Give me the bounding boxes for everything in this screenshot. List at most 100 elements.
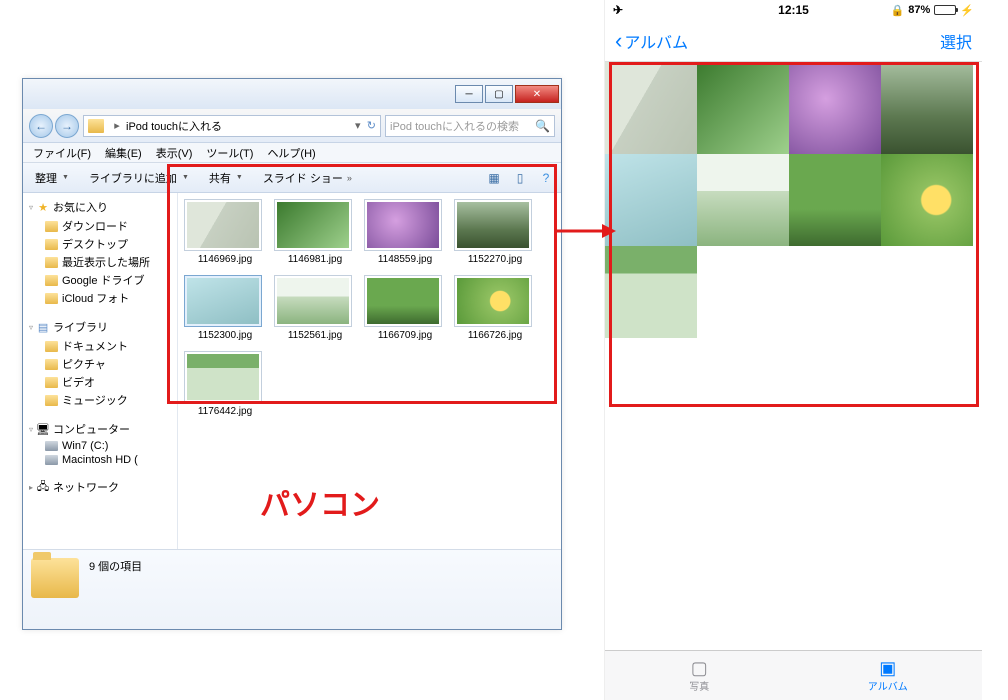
maximize-button[interactable]: ▢ [485, 85, 513, 103]
caption-pc: パソコン [260, 480, 380, 524]
sidebar-item[interactable]: 最近表示した場所 [23, 253, 177, 271]
sidebar-item[interactable]: デスクトップ [23, 235, 177, 253]
sidebar-favorites[interactable]: ▿★ お気に入り [23, 197, 177, 217]
folder-icon [88, 119, 104, 133]
photo-cell[interactable] [789, 154, 881, 246]
sidebar-item[interactable]: ビデオ [23, 373, 177, 391]
folder-icon [31, 558, 79, 598]
sidebar-libraries[interactable]: ▿▤ ライブラリ [23, 317, 177, 337]
item-icon [45, 293, 58, 304]
sidebar-item[interactable]: ドキュメント [23, 337, 177, 355]
breadcrumb[interactable]: ▸ iPod touchに入れる ▾ ↻ [83, 115, 381, 137]
item-icon [45, 377, 58, 388]
item-icon [45, 455, 58, 465]
chevron-left-icon: ‹ [615, 28, 622, 54]
help-icon[interactable]: ? [537, 169, 555, 187]
back-button[interactable]: ‹ アルバム [615, 28, 688, 54]
sidebar-item[interactable]: ピクチャ [23, 355, 177, 373]
search-placeholder: iPod touchに入れるの検索 [390, 118, 519, 134]
sidebar-network[interactable]: ▸🖧 ネットワーク [23, 477, 177, 497]
sidebar-item[interactable]: ダウンロード [23, 217, 177, 235]
menu-file[interactable]: ファイル(F) [27, 145, 97, 161]
search-icon: 🔍 [535, 119, 550, 133]
battery-icon [934, 5, 956, 15]
view-options-icon[interactable]: ▦ [485, 169, 503, 187]
back-button[interactable]: ← [29, 114, 53, 138]
file-thumbnail[interactable]: 1146969.jpg [184, 199, 266, 265]
sidebar-item[interactable]: iCloud フォト [23, 289, 177, 307]
sidebar-item[interactable]: ミュージック [23, 391, 177, 409]
file-thumbnail[interactable]: 1166709.jpg [364, 275, 446, 341]
menu-help[interactable]: ヘルプ(H) [261, 145, 321, 161]
file-thumbnail[interactable]: 1148559.jpg [364, 199, 446, 265]
computer-icon: 🖥 [36, 422, 50, 436]
menu-tools[interactable]: ツール(T) [200, 145, 259, 161]
tab-photos[interactable]: ▢ 写真 [605, 651, 794, 700]
item-icon [45, 341, 58, 352]
status-time: 12:15 [778, 3, 809, 17]
photo-cell[interactable] [605, 62, 697, 154]
minimize-button[interactable]: ─ [455, 85, 483, 103]
breadcrumb-text: iPod touchに入れる [126, 118, 222, 134]
status-text: 9 個の項目 [89, 558, 142, 574]
select-button[interactable]: 選択 [940, 29, 972, 53]
photo-grid [605, 62, 982, 338]
item-icon [45, 239, 58, 250]
photo-cell[interactable] [881, 154, 973, 246]
file-thumbnail[interactable]: 1152561.jpg [274, 275, 356, 341]
network-icon: 🖧 [36, 480, 50, 494]
photos-icon: ▢ [687, 658, 711, 678]
file-thumbnail[interactable]: 1146981.jpg [274, 199, 356, 265]
sidebar-item[interactable]: Google ドライブ [23, 271, 177, 289]
sidebar: ▿★ お気に入り ダウンロードデスクトップ最近表示した場所Google ドライブ… [23, 193, 178, 549]
item-icon [45, 257, 58, 268]
photo-cell[interactable] [881, 62, 973, 154]
toolbar: 整理 ライブラリに追加 共有 スライド ショー» ▦ ▯ ? [23, 163, 561, 193]
slideshow-button[interactable]: スライド ショー» [257, 168, 358, 188]
photo-cell[interactable] [605, 246, 697, 338]
orientation-lock-icon: 🔒 [891, 4, 905, 17]
chevron-right-icon[interactable]: ▸ [108, 119, 126, 132]
refresh-icon[interactable]: ↻ [367, 119, 376, 132]
windows-explorer: ─ ▢ ✕ ← → ▸ iPod touchに入れる ▾ ↻ iPod touc… [22, 78, 562, 630]
file-thumbnail[interactable]: 1176442.jpg [184, 351, 266, 417]
photo-cell[interactable] [697, 62, 789, 154]
airplane-mode-icon: ✈ [613, 3, 623, 17]
charging-icon: ⚡ [960, 4, 974, 17]
preview-pane-icon[interactable]: ▯ [511, 169, 529, 187]
photo-cell[interactable] [605, 154, 697, 246]
ios-nav-bar: ‹ アルバム 選択 [605, 20, 982, 62]
photo-cell[interactable] [789, 62, 881, 154]
nav-bar: ← → ▸ iPod touchに入れる ▾ ↻ iPod touchに入れるの… [23, 109, 561, 143]
library-icon: ▤ [36, 320, 50, 334]
file-thumbnail[interactable]: 1152300.jpg [184, 275, 266, 341]
forward-button[interactable]: → [55, 114, 79, 138]
ios-status-bar: ✈ 12:15 🔒 87% ⚡ [605, 0, 982, 20]
menu-bar: ファイル(F) 編集(E) 表示(V) ツール(T) ヘルプ(H) [23, 143, 561, 163]
photo-cell[interactable] [697, 154, 789, 246]
file-thumbnail[interactable]: 1166726.jpg [454, 275, 536, 341]
battery-percent: 87% [908, 4, 930, 16]
search-input[interactable]: iPod touchに入れるの検索 🔍 [385, 115, 555, 137]
ios-tab-bar: ▢ 写真 ▣ アルバム [605, 650, 982, 700]
item-icon [45, 275, 58, 286]
menu-edit[interactable]: 編集(E) [99, 145, 148, 161]
item-icon [45, 221, 58, 232]
item-icon [45, 441, 58, 451]
close-button[interactable]: ✕ [515, 85, 559, 103]
add-to-library-button[interactable]: ライブラリに追加 [83, 168, 195, 188]
sidebar-item[interactable]: Macintosh HD ( [23, 453, 177, 467]
file-thumbnail[interactable]: 1152270.jpg [454, 199, 536, 265]
tab-albums[interactable]: ▣ アルバム [794, 651, 983, 700]
arrow-icon [556, 222, 616, 240]
star-icon: ★ [36, 200, 50, 214]
ipod-touch-screen: ✈ 12:15 🔒 87% ⚡ ‹ アルバム 選択 ▢ 写真 ▣ アルバム [604, 0, 982, 700]
share-button[interactable]: 共有 [203, 168, 249, 188]
sidebar-item[interactable]: Win7 (C:) [23, 439, 177, 453]
organize-button[interactable]: 整理 [29, 168, 75, 188]
menu-view[interactable]: 表示(V) [150, 145, 199, 161]
history-dropdown[interactable]: ▾ [349, 119, 367, 132]
sidebar-computer[interactable]: ▿🖥 コンピューター [23, 419, 177, 439]
item-icon [45, 395, 58, 406]
albums-icon: ▣ [876, 658, 900, 678]
